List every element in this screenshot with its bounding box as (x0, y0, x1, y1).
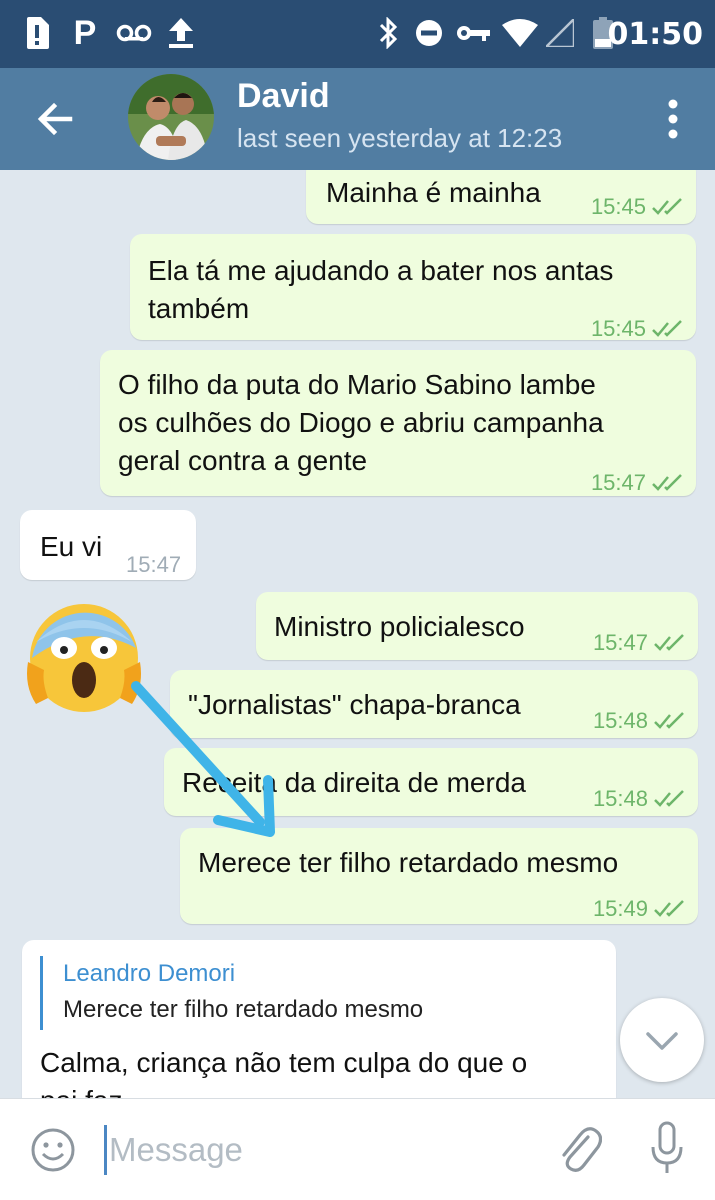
contact-name: David (237, 77, 330, 115)
scroll-down-button[interactable] (620, 998, 704, 1082)
status-bar-time: 01:50 (607, 17, 704, 52)
message-text: geral contra a gente (118, 445, 368, 476)
message-time: 15:45 (590, 194, 646, 219)
message-text: Ministro policialesco (274, 611, 525, 642)
back-arrow-icon (37, 102, 73, 136)
last-seen-status: last seen yesterday at 12:23 (237, 123, 563, 153)
message-text: Mainha é mainha (326, 177, 541, 208)
pointer-arrow (131, 681, 275, 837)
microphone-icon (651, 1121, 683, 1173)
parking-icon: P (73, 13, 97, 52)
message-text: Eu vi (40, 531, 103, 562)
attach-button[interactable] (556, 1123, 603, 1175)
message-text: Ela tá me ajudando a bater nos antas (148, 255, 614, 286)
message-time: 15:49 (592, 896, 648, 921)
vpn-key-icon (456, 16, 490, 50)
upload-icon (168, 16, 194, 50)
reply-author: Leandro Demori (63, 960, 236, 987)
bluetooth-icon (376, 16, 400, 50)
message-time: 15:47 (592, 630, 648, 655)
do-not-disturb-icon (414, 16, 444, 50)
message-bubble-incoming[interactable]: Eu vi 15:47 (20, 510, 196, 580)
message-meta: 15:49 (593, 890, 686, 928)
sim-alert-icon (24, 16, 50, 50)
double-check-icon (654, 900, 684, 917)
message-bubble-outgoing[interactable]: Ela tá me ajudando a bater nos antas tam… (130, 234, 696, 341)
message-meta: 15:45 (591, 310, 684, 348)
message-time: 15:47 (126, 552, 182, 577)
message-meta: 15:48 (593, 702, 686, 740)
double-check-icon (652, 198, 682, 215)
reply-text: Merece ter filho retardado mesmo (63, 996, 424, 1023)
message-text: O filho da puta do Mario Sabino lambe (118, 369, 596, 400)
message-text: também (148, 293, 250, 324)
double-check-icon (652, 474, 682, 491)
message-meta: 15:47 (591, 464, 684, 502)
paperclip-icon (562, 1127, 603, 1172)
more-options-button[interactable] (661, 96, 685, 142)
double-check-icon (654, 790, 684, 807)
status-bar: P 01:50 (0, 0, 715, 68)
message-text: pai faz (40, 1082, 123, 1098)
message-meta: 15:48 (593, 780, 686, 818)
message-bubble-outgoing[interactable]: Mainha é mainha 15:45 (306, 170, 696, 224)
message-input-bar (0, 1098, 715, 1200)
message-text: Calma, criança não tem culpa do que o (40, 1047, 528, 1078)
message-meta: 15:47 (126, 546, 181, 584)
signal-icon (546, 16, 574, 50)
avatar[interactable] (128, 74, 214, 160)
message-text: os culhões do Diogo e abriu campanha (118, 407, 604, 438)
message-time: 15:47 (590, 470, 646, 495)
emoji-button[interactable] (30, 1127, 76, 1173)
double-check-icon (652, 320, 682, 337)
voicemail-icon (116, 16, 152, 50)
message-time: 15:48 (592, 708, 648, 733)
message-time: 15:45 (590, 316, 646, 341)
message-bubble-incoming[interactable]: Leandro Demori Merece ter filho retardad… (22, 940, 616, 1098)
microphone-button[interactable] (650, 1121, 684, 1177)
message-input[interactable] (104, 1125, 524, 1175)
message-meta: 15:45 (591, 188, 684, 226)
message-meta: 15:47 (593, 624, 686, 662)
back-button[interactable] (30, 94, 80, 144)
double-check-icon (654, 634, 684, 651)
message-bubble-outgoing[interactable]: Ministro policialesco 15:47 (256, 592, 698, 660)
message-time: 15:48 (592, 786, 648, 811)
message-list[interactable]: Mainha é mainha 15:45 Ela tá me ajudando… (0, 170, 715, 1098)
reply-quote[interactable]: Leandro Demori Merece ter filho retardad… (40, 956, 580, 1030)
message-bubble-outgoing[interactable]: O filho da puta do Mario Sabino lambe os… (100, 350, 696, 496)
double-check-icon (654, 712, 684, 729)
chevron-down-icon (646, 1032, 678, 1050)
wifi-icon (502, 16, 538, 50)
smiley-icon (31, 1128, 75, 1172)
chat-header: David last seen yesterday at 12:23 (0, 68, 715, 170)
kebab-menu-icon (668, 99, 678, 139)
